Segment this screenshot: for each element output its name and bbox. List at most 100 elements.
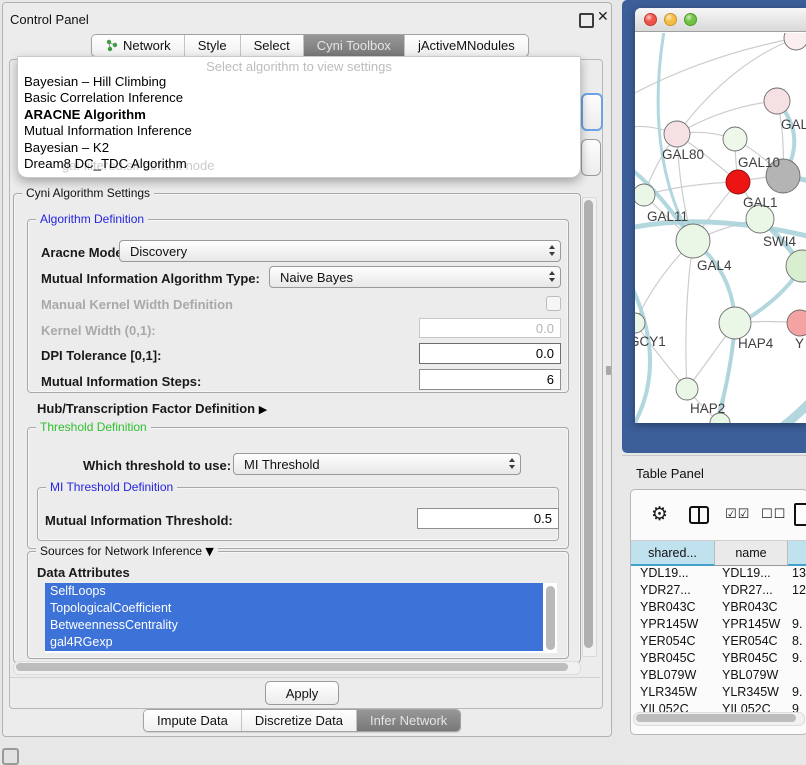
node-gal11[interactable] [635, 184, 655, 206]
node-label-hap2: HAP2 [690, 401, 725, 416]
table-row[interactable]: YPR145WYPR145W9. [631, 616, 806, 633]
mi-algorithm-type-select[interactable]: Naive Bayes [269, 266, 561, 288]
mi-threshold-field[interactable]: 0.5 [417, 508, 559, 529]
node-gal1[interactable] [726, 170, 750, 194]
cell [788, 667, 806, 684]
column-header-name[interactable]: name [715, 541, 788, 566]
algorithm-option-bayesian-hill-climbing[interactable]: Bayesian – Hill Climbing [18, 74, 580, 90]
mi-threshold-group-title: MI Threshold Definition [46, 480, 177, 494]
which-threshold-value: MI Threshold [244, 457, 320, 472]
tab-jactivemnodules[interactable]: jActiveMNodules [405, 35, 528, 56]
kernel-width-label: Kernel Width (0,1): [41, 323, 156, 338]
control-panel-title: Control Panel [10, 12, 89, 27]
attribute-selfloops[interactable]: SelfLoops [45, 583, 543, 600]
table-horizontal-scrollbar[interactable] [633, 712, 805, 726]
document-icon[interactable] [794, 503, 806, 526]
float-icon[interactable] [579, 13, 594, 28]
hidden-combo-fragment[interactable] [581, 139, 601, 176]
node-gal4[interactable] [676, 224, 710, 258]
cell: YBL079W [631, 667, 715, 684]
mi-steps-field[interactable]: 6 [419, 369, 561, 390]
dpi-tolerance-label: DPI Tolerance [0,1]: [41, 348, 161, 363]
tab-label: Network [123, 38, 171, 53]
hub-definition-toggle[interactable]: Hub/Transcription Factor Definition ▶ [37, 401, 267, 416]
tab-infer-network[interactable]: Infer Network [357, 710, 460, 731]
attribute-topologicalcoefficient[interactable]: TopologicalCoefficient [45, 600, 543, 617]
tab-label: Impute Data [157, 713, 228, 728]
node-hap2[interactable] [676, 378, 698, 400]
tab-cyni-toolbox[interactable]: Cyni Toolbox [304, 35, 405, 56]
network-canvas[interactable]: GALGAL80GAL10GAL1GAL11SWI4GAL4GCY1HAP4YH… [635, 33, 806, 423]
algorithm-option-aracne-algorithm[interactable]: ARACNE Algorithm [18, 107, 580, 123]
node-gal[interactable] [764, 88, 790, 114]
algorithm-option-mutual-information-inference[interactable]: Mutual Information Inference [18, 123, 580, 139]
network-icon [105, 39, 118, 52]
algorithm-option-bayesian-k2[interactable]: Bayesian – K2 [18, 140, 580, 156]
dpi-tolerance-field[interactable]: 0.0 [419, 343, 561, 364]
aracne-mode-select[interactable]: Discovery [119, 240, 561, 262]
kernel-width-field[interactable]: 0.0 [419, 318, 561, 338]
sources-group-title[interactable]: Sources for Network Inference ▼ [36, 544, 218, 558]
table-row[interactable]: YBR043CYBR043C [631, 599, 806, 616]
algorithm-definition-title: Algorithm Definition [36, 212, 148, 226]
network-view-frame: GALGAL80GAL10GAL1GAL11SWI4GAL4GCY1HAP4YH… [622, 0, 806, 453]
close-light[interactable] [644, 13, 657, 26]
tab-discretize-data[interactable]: Discretize Data [242, 710, 357, 731]
which-threshold-select[interactable]: MI Threshold [233, 453, 521, 475]
minimized-panel-icon[interactable] [2, 748, 19, 765]
apply-button[interactable]: Apply [265, 681, 339, 705]
algorithm-option-basic-correlation-inference[interactable]: Basic Correlation Inference [18, 90, 580, 106]
column-header-cut[interactable] [788, 541, 806, 566]
close-icon[interactable]: ✕ [597, 9, 609, 25]
table-header: shared...name [631, 540, 806, 566]
stepper-arrows-icon [509, 458, 515, 469]
node-gal10[interactable] [723, 127, 747, 151]
cell: YDL19... [715, 565, 788, 582]
table-row[interactable]: YBR045CYBR045C9. [631, 650, 806, 667]
node-table: ⚙ ☑☑ ☐☐ shared...name YDL19...YDL19...13… [630, 489, 806, 735]
settings-horizontal-scrollbar[interactable] [13, 661, 581, 675]
columns-icon[interactable] [689, 506, 709, 524]
node-gal80[interactable] [664, 121, 690, 147]
node-unlabeled[interactable] [786, 250, 806, 282]
tab-label: Style [198, 38, 227, 53]
select-all-icon[interactable]: ☑☑ [725, 507, 750, 522]
tab-label: jActiveMNodules [418, 38, 515, 53]
minimize-light[interactable] [664, 13, 677, 26]
node-label-gal10: GAL10 [738, 155, 780, 170]
algorithm-option-dream8-dc-tdc-algorithm[interactable]: Dream8 DC_TDC Algorithm [18, 156, 580, 172]
node-label-gcy1: GCY1 [635, 334, 666, 349]
tab-select[interactable]: Select [241, 35, 304, 56]
split-pane-handle[interactable] [606, 366, 611, 375]
table-row[interactable]: YDR27...YDR27...12 [631, 582, 806, 599]
table-row[interactable]: YBL079WYBL079W [631, 667, 806, 684]
manual-kernel-width-checkbox[interactable] [546, 296, 561, 311]
cyni-algorithm-settings-title: Cyni Algorithm Settings [22, 186, 154, 200]
attribute-gal4rgexp[interactable]: gal4RGexp [45, 634, 543, 651]
mi-algorithm-type-label: Mutual Information Algorithm Type: [41, 271, 260, 286]
settings-vertical-scrollbar[interactable] [582, 197, 597, 657]
table-row[interactable]: YER054CYER054C8. [631, 633, 806, 650]
node-unlabeled[interactable] [784, 33, 806, 50]
threshold-definition-title: Threshold Definition [36, 420, 151, 434]
gear-icon[interactable]: ⚙ [651, 503, 668, 525]
table-row[interactable]: YDL19...YDL19...13 [631, 565, 806, 582]
network-window-titlebar[interactable] [635, 8, 806, 32]
deselect-all-icon[interactable]: ☐☐ [761, 507, 786, 522]
attribute-betweennesscentrality[interactable]: BetweennessCentrality [45, 617, 543, 634]
tab-style[interactable]: Style [185, 35, 241, 56]
table-row[interactable]: YLR345WYLR345W9. [631, 684, 806, 701]
cell: YPR145W [631, 616, 715, 633]
cell: YBL079W [715, 667, 788, 684]
cell: YBR043C [715, 599, 788, 616]
tab-impute-data[interactable]: Impute Data [144, 710, 242, 731]
hidden-combo-focused-fragment[interactable] [581, 93, 603, 131]
tab-network[interactable]: Network [92, 35, 185, 56]
node-y[interactable] [787, 310, 806, 336]
attributes-scrollbar[interactable] [546, 586, 555, 650]
zoom-light[interactable] [684, 13, 697, 26]
data-attributes-list: SelfLoopsTopologicalCoefficientBetweenne… [45, 583, 557, 653]
algorithm-dropdown[interactable]: Select algorithm to view settings Bayesi… [17, 56, 581, 178]
column-header-shared[interactable]: shared... [631, 541, 715, 566]
node-hap4[interactable] [719, 307, 751, 339]
